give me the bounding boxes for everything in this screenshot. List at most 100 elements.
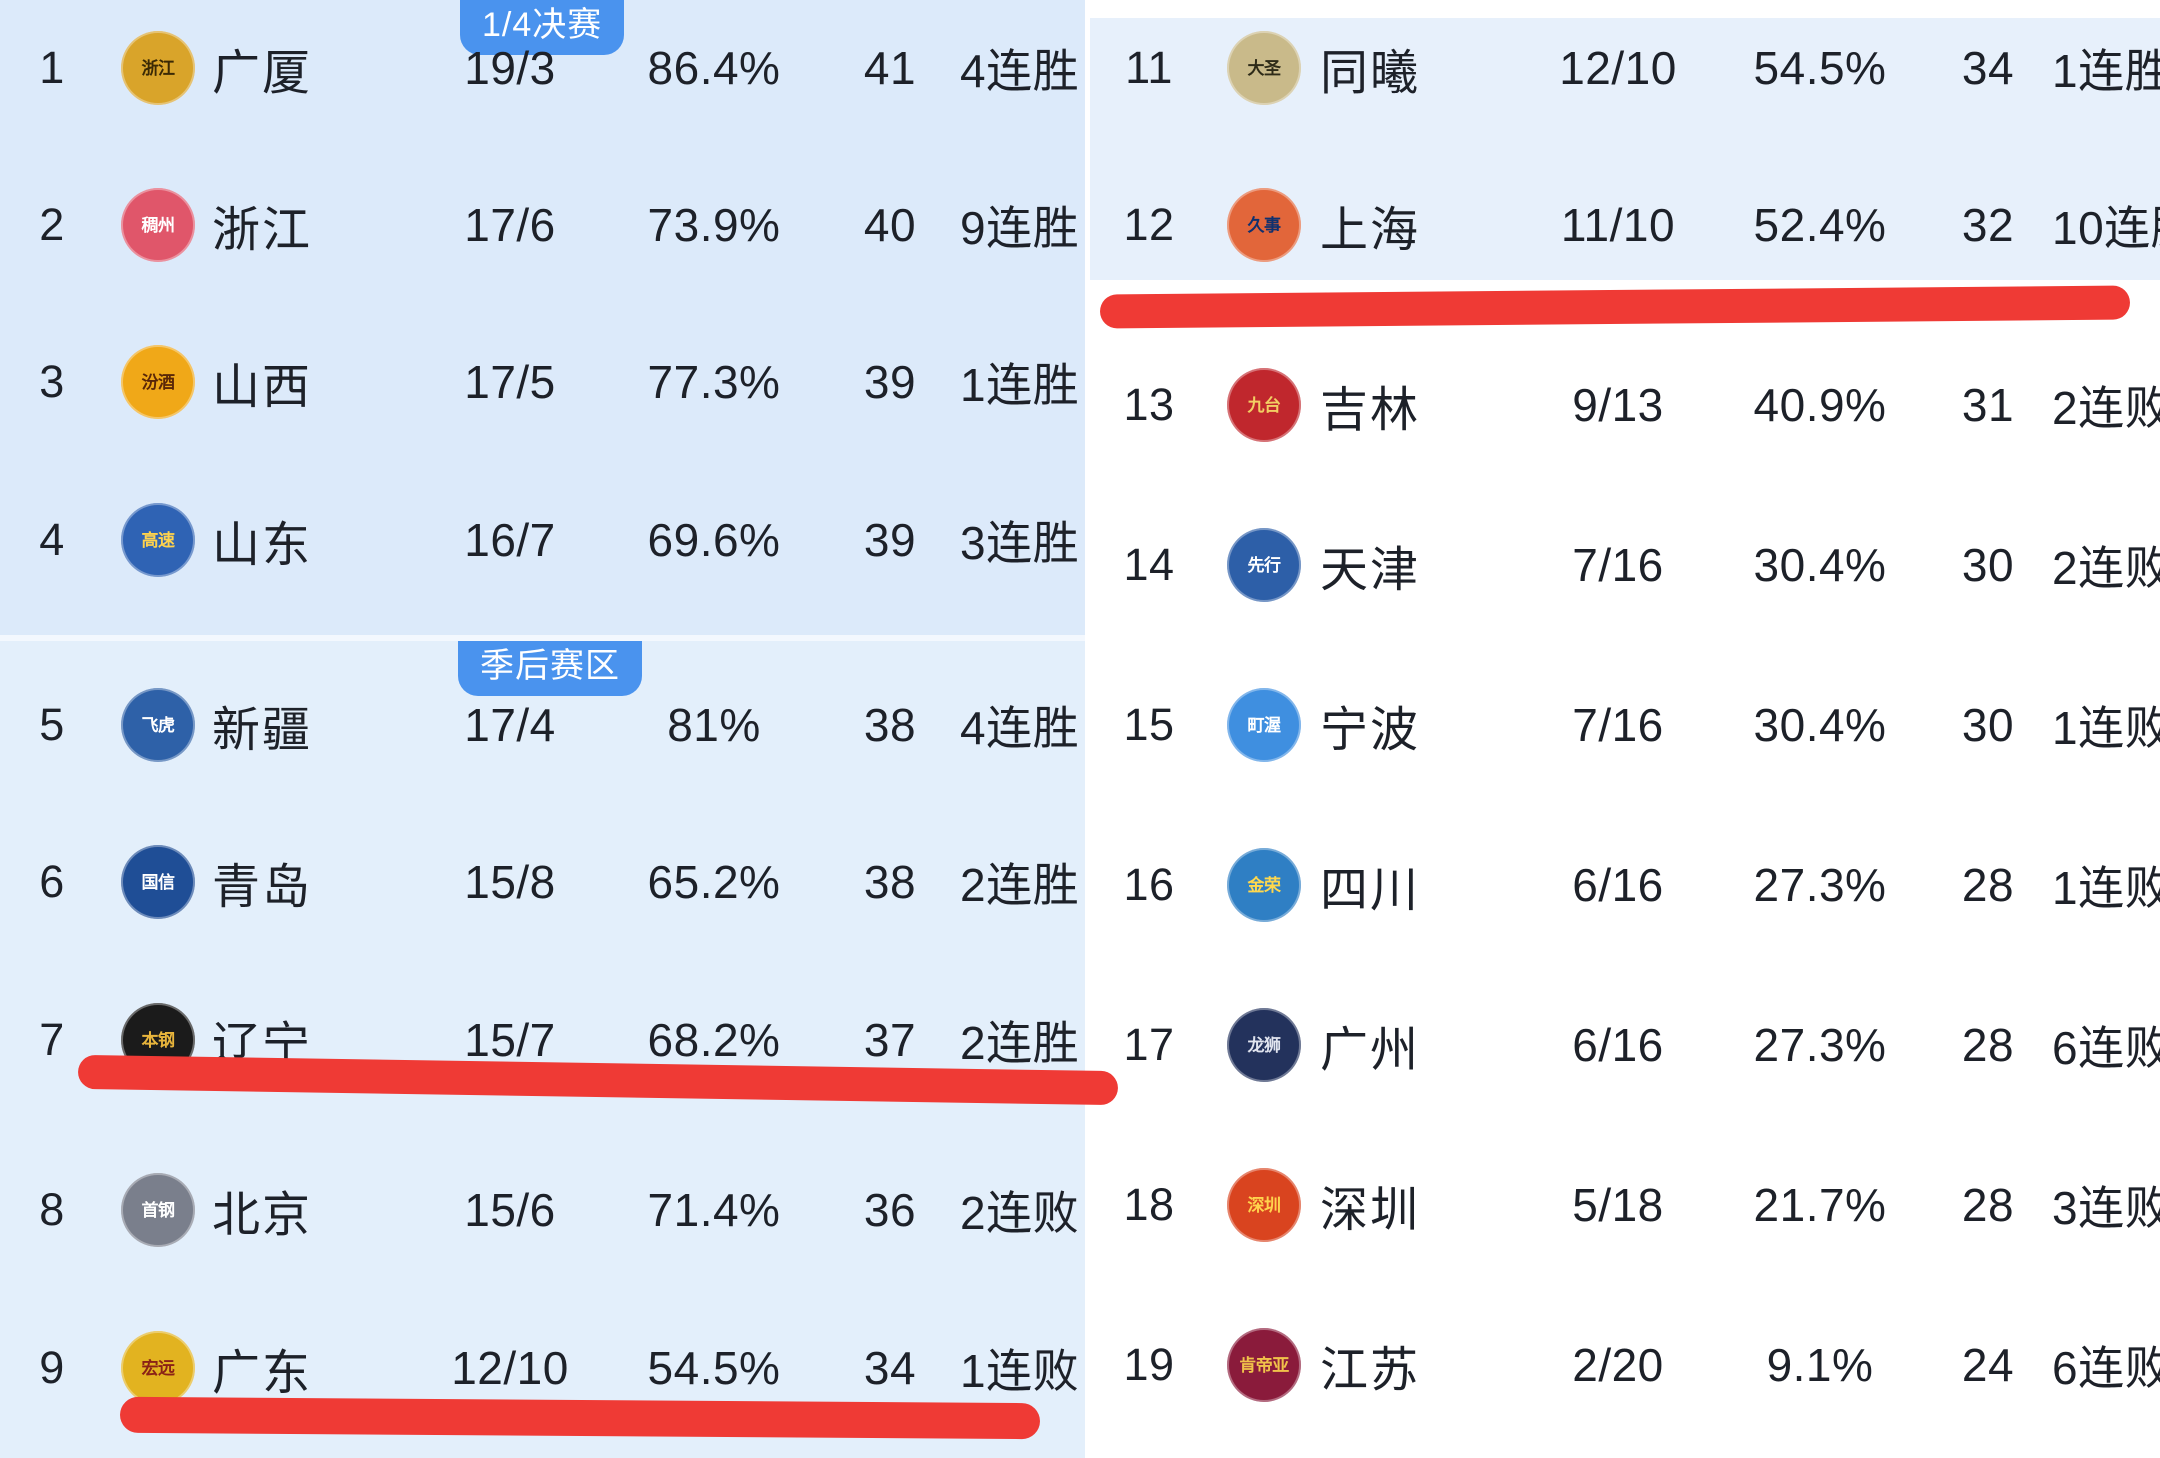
winpct-cell: 27.3% bbox=[1753, 1019, 1887, 1071]
table-row[interactable]: 5 飞虎 新疆 17/4 81% 38 4连胜 bbox=[0, 665, 1085, 785]
streak-cell: 2连败 bbox=[2052, 542, 2160, 594]
winpct-cell: 86.4% bbox=[647, 42, 781, 94]
winpct-cell: 30.4% bbox=[1753, 699, 1887, 751]
points-cell: 28 bbox=[1961, 859, 2015, 911]
team-logo: 久事 bbox=[1208, 188, 1320, 262]
team-name[interactable]: 北京 bbox=[212, 1175, 412, 1245]
team-logo: 宏远 bbox=[104, 1331, 212, 1405]
points-cell: 28 bbox=[1961, 1019, 2015, 1071]
table-row[interactable]: 14 先行 天津 7/16 30.4% 30 2连败 bbox=[1090, 505, 2160, 625]
points-cell: 40 bbox=[863, 199, 917, 251]
team-logo: 国信 bbox=[104, 845, 212, 919]
team-logo-icon: 浙江 bbox=[121, 31, 195, 105]
record-cell: 5/18 bbox=[1572, 1179, 1664, 1231]
team-logo-icon: 深圳 bbox=[1227, 1168, 1301, 1242]
team-name[interactable]: 广州 bbox=[1320, 1010, 1520, 1080]
team-name[interactable]: 广东 bbox=[212, 1333, 412, 1403]
table-row[interactable]: 15 町渥 宁波 7/16 30.4% 30 1连败 bbox=[1090, 665, 2160, 785]
red-underline-marker-rank-9 bbox=[119, 1396, 1041, 1440]
winpct-cell: 81% bbox=[667, 699, 761, 751]
streak-cell: 10连胜 bbox=[2052, 202, 2160, 254]
team-name[interactable]: 宁波 bbox=[1320, 690, 1520, 760]
rank-cell: 1 bbox=[39, 42, 65, 93]
team-logo-icon: 飞虎 bbox=[121, 688, 195, 762]
streak-cell: 4连胜 bbox=[960, 45, 1080, 97]
points-cell: 24 bbox=[1961, 1339, 2015, 1391]
winpct-cell: 52.4% bbox=[1753, 199, 1887, 251]
table-row[interactable]: 17 龙狮 广州 6/16 27.3% 28 6连败 bbox=[1090, 985, 2160, 1105]
team-name[interactable]: 山东 bbox=[212, 505, 412, 575]
team-name[interactable]: 深圳 bbox=[1320, 1170, 1520, 1240]
table-row[interactable]: 2 稠州 浙江 17/6 73.9% 40 9连胜 bbox=[0, 165, 1085, 285]
winpct-cell: 54.5% bbox=[1753, 42, 1887, 94]
winpct-cell: 54.5% bbox=[647, 1342, 781, 1394]
winpct-cell: 21.7% bbox=[1753, 1179, 1887, 1231]
table-row[interactable]: 19 肯帝亚 江苏 2/20 9.1% 24 6连败 bbox=[1090, 1305, 2160, 1425]
streak-cell: 2连胜 bbox=[960, 859, 1080, 911]
table-row[interactable]: 6 国信 青岛 15/8 65.2% 38 2连胜 bbox=[0, 822, 1085, 942]
team-name[interactable]: 同曦 bbox=[1320, 33, 1520, 103]
standings-screenshot: 1/4决赛 季后赛区 1 浙江 广厦 19/3 86.4% 41 4连胜 2 稠… bbox=[0, 0, 2160, 1458]
rank-cell: 18 bbox=[1123, 1179, 1175, 1230]
team-logo: 先行 bbox=[1208, 528, 1320, 602]
team-name[interactable]: 新疆 bbox=[212, 690, 412, 760]
record-cell: 15/7 bbox=[464, 1014, 556, 1066]
streak-cell: 4连胜 bbox=[960, 702, 1080, 754]
points-cell: 39 bbox=[863, 514, 917, 566]
table-row[interactable]: 18 深圳 深圳 5/18 21.7% 28 3连败 bbox=[1090, 1145, 2160, 1265]
team-name[interactable]: 江苏 bbox=[1320, 1330, 1520, 1400]
team-name[interactable]: 天津 bbox=[1320, 530, 1520, 600]
rank-cell: 16 bbox=[1123, 859, 1175, 910]
record-cell: 7/16 bbox=[1572, 699, 1664, 751]
record-cell: 6/16 bbox=[1572, 1019, 1664, 1071]
winpct-cell: 69.6% bbox=[647, 514, 781, 566]
table-row[interactable]: 11 大圣 同曦 12/10 54.5% 34 1连胜 bbox=[1090, 8, 2160, 128]
table-row[interactable]: 13 九台 吉林 9/13 40.9% 31 2连败 bbox=[1090, 345, 2160, 465]
record-cell: 17/6 bbox=[464, 199, 556, 251]
streak-cell: 2连败 bbox=[960, 1187, 1080, 1239]
points-cell: 30 bbox=[1961, 699, 2015, 751]
team-name[interactable]: 四川 bbox=[1320, 850, 1520, 920]
table-row[interactable]: 1 浙江 广厦 19/3 86.4% 41 4连胜 bbox=[0, 8, 1085, 128]
record-cell: 7/16 bbox=[1572, 539, 1664, 591]
table-row[interactable]: 12 久事 上海 11/10 52.4% 32 10连胜 bbox=[1090, 165, 2160, 285]
table-row[interactable]: 3 汾酒 山西 17/5 77.3% 39 1连胜 bbox=[0, 322, 1085, 442]
streak-cell: 3连胜 bbox=[960, 517, 1080, 569]
points-cell: 28 bbox=[1961, 1179, 2015, 1231]
team-logo: 飞虎 bbox=[104, 688, 212, 762]
rank-cell: 13 bbox=[1123, 379, 1175, 430]
team-name[interactable]: 青岛 bbox=[212, 847, 412, 917]
rank-cell: 4 bbox=[39, 514, 65, 565]
winpct-cell: 71.4% bbox=[647, 1184, 781, 1236]
team-logo: 大圣 bbox=[1208, 31, 1320, 105]
team-logo: 金荣 bbox=[1208, 848, 1320, 922]
rank-cell: 3 bbox=[39, 356, 65, 407]
team-logo-icon: 宏远 bbox=[121, 1331, 195, 1405]
team-name[interactable]: 吉林 bbox=[1320, 370, 1520, 440]
rank-cell: 15 bbox=[1123, 699, 1175, 750]
streak-cell: 1连胜 bbox=[960, 359, 1080, 411]
points-cell: 30 bbox=[1961, 539, 2015, 591]
streak-cell: 1连败 bbox=[2052, 862, 2160, 914]
table-row[interactable]: 16 金荣 四川 6/16 27.3% 28 1连败 bbox=[1090, 825, 2160, 945]
streak-cell: 1连胜 bbox=[2052, 45, 2160, 97]
team-name[interactable]: 山西 bbox=[212, 347, 412, 417]
team-name[interactable]: 浙江 bbox=[212, 190, 412, 260]
team-name[interactable]: 上海 bbox=[1320, 190, 1520, 260]
team-logo: 九台 bbox=[1208, 368, 1320, 442]
team-logo-icon: 首钢 bbox=[121, 1173, 195, 1247]
team-logo-icon: 町渥 bbox=[1227, 688, 1301, 762]
streak-cell: 6连败 bbox=[2052, 1022, 2160, 1074]
points-cell: 36 bbox=[863, 1184, 917, 1236]
streak-cell: 2连胜 bbox=[960, 1017, 1080, 1069]
team-logo-icon: 汾酒 bbox=[121, 345, 195, 419]
record-cell: 9/13 bbox=[1572, 379, 1664, 431]
rank-cell: 17 bbox=[1123, 1019, 1175, 1070]
table-row[interactable]: 4 高速 山东 16/7 69.6% 39 3连胜 bbox=[0, 480, 1085, 600]
standings-right-panel: 11 大圣 同曦 12/10 54.5% 34 1连胜 12 久事 上海 11/… bbox=[1090, 0, 2160, 1458]
team-logo-icon: 高速 bbox=[121, 503, 195, 577]
team-name[interactable]: 广厦 bbox=[212, 33, 412, 103]
rank-cell: 5 bbox=[39, 699, 65, 750]
table-row[interactable]: 8 首钢 北京 15/6 71.4% 36 2连败 bbox=[0, 1150, 1085, 1270]
team-logo-icon: 先行 bbox=[1227, 528, 1301, 602]
